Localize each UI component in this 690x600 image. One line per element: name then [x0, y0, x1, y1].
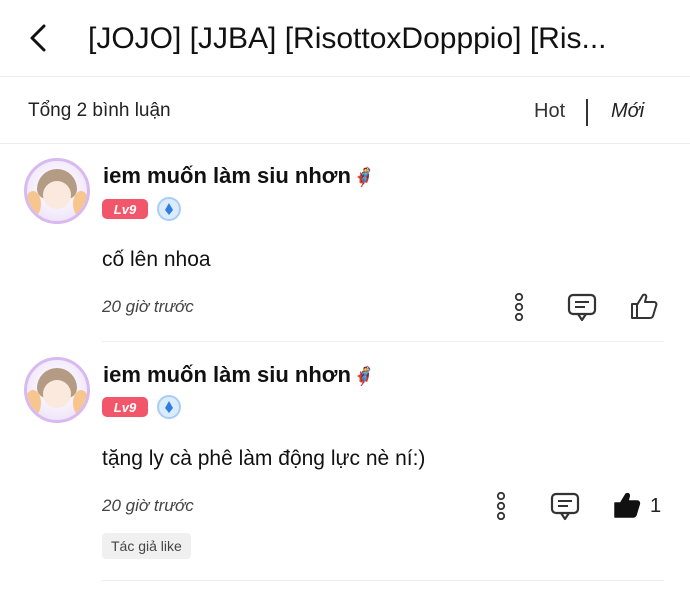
- thumbs-up-icon: [631, 293, 658, 319]
- more-options-button[interactable]: [506, 290, 532, 324]
- more-vertical-icon: [514, 293, 524, 321]
- comment-text: tặng ly cà phê làm động lực nè ní:): [102, 447, 426, 470]
- comment-username[interactable]: iem muốn làm siu nhơn 🦸: [103, 163, 375, 189]
- sort-divider: [586, 99, 588, 126]
- reply-comment-icon: [567, 293, 597, 322]
- sort-hot-tab[interactable]: Hot: [534, 100, 565, 123]
- level-badge: Lv9: [102, 397, 148, 417]
- like-button[interactable]: [626, 289, 662, 323]
- avatar[interactable]: [24, 158, 90, 224]
- comment-username[interactable]: iem muốn làm siu nhơn 🦸: [103, 362, 375, 388]
- back-chevron-icon: [30, 24, 46, 52]
- avatar[interactable]: [24, 357, 90, 423]
- sort-new-tab[interactable]: Mới: [611, 100, 644, 123]
- comment-total: Tổng 2 bình luận: [28, 100, 171, 121]
- top-bar: [JOJO] [JJBA] [RisottoxDopppio] [Ris...: [0, 0, 690, 77]
- comment-divider: [102, 580, 664, 581]
- superhero-emoji-icon: 🦸: [352, 167, 376, 187]
- comment-time: 20 giờ trước: [102, 297, 194, 316]
- like-count: 1: [650, 495, 662, 517]
- comment-divider: [102, 341, 664, 342]
- reply-button[interactable]: [547, 489, 583, 523]
- verified-badge-icon: [157, 197, 181, 221]
- more-options-button[interactable]: [488, 489, 514, 523]
- thumbs-up-icon: [614, 492, 641, 518]
- reply-button[interactable]: [564, 290, 600, 324]
- author-liked-tag: Tác giả like: [102, 533, 191, 559]
- superhero-emoji-icon: 🦸: [352, 366, 376, 386]
- comment-time: 20 giờ trước: [102, 496, 194, 515]
- like-button[interactable]: [610, 488, 644, 522]
- verified-badge-icon: [157, 395, 181, 419]
- more-vertical-icon: [496, 492, 506, 520]
- level-badge: Lv9: [102, 199, 148, 219]
- page-title: [JOJO] [JJBA] [RisottoxDopppio] [Ris...: [88, 22, 607, 55]
- back-button[interactable]: [22, 22, 54, 54]
- reply-comment-icon: [550, 492, 580, 521]
- comment-text: cố lên nhoa: [102, 248, 211, 271]
